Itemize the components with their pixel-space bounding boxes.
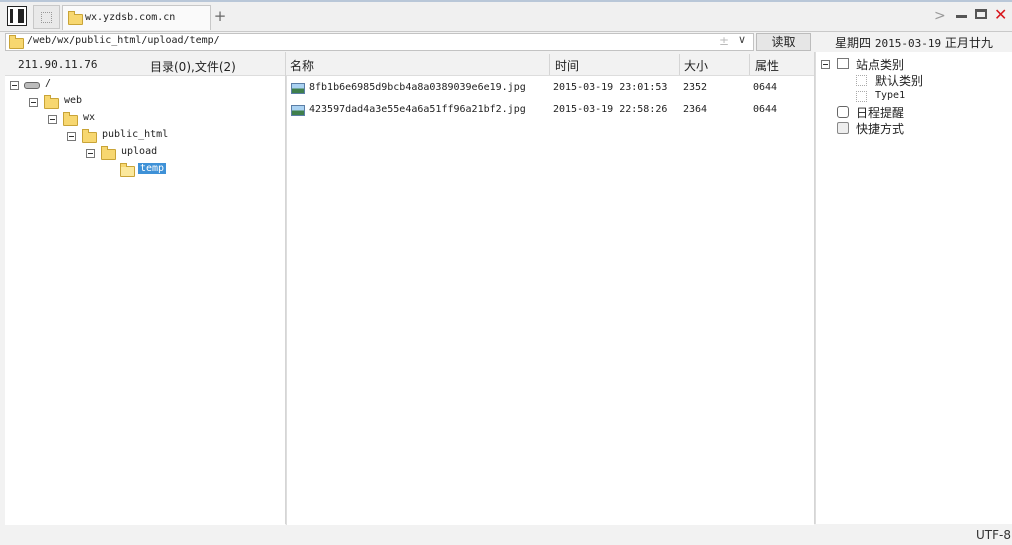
column-attr[interactable]: 属性 — [755, 57, 779, 74]
collapse-icon[interactable] — [67, 132, 76, 141]
table-row[interactable]: 423597dad4a3e55e4a6a51ff96a21bf2.jpg 201… — [287, 101, 814, 121]
shortcuts[interactable]: 快捷方式 — [856, 120, 904, 137]
file-list[interactable]: 8fb1b6e6985d9bcb4a8a0389039e6e19.jpg 201… — [286, 75, 814, 525]
lunar-date: 正月廿九 — [944, 36, 993, 50]
add-tab-button[interactable]: + — [213, 8, 227, 24]
hand-icon — [837, 122, 849, 134]
collapse-icon[interactable] — [10, 81, 19, 90]
category-icon — [837, 58, 849, 69]
tree-item-public-html[interactable]: public_html — [102, 129, 168, 140]
image-file-icon — [291, 83, 305, 94]
folder-icon — [82, 129, 97, 143]
category-item-icon — [856, 75, 867, 86]
tree-item-wx[interactable]: wx — [83, 112, 95, 123]
collapse-icon[interactable] — [29, 98, 38, 107]
file-attr: 0644 — [753, 82, 778, 93]
item-count: 目录(0),文件(2) — [150, 60, 236, 74]
category-item-icon — [856, 91, 867, 102]
table-row[interactable]: 8fb1b6e6985d9bcb4a8a0389039e6e19.jpg 201… — [287, 79, 814, 99]
folder-icon — [9, 35, 24, 49]
column-divider[interactable] — [549, 54, 550, 76]
date: 2015-03-19 — [874, 37, 942, 50]
site-sidebar[interactable]: 站点类别 默认类别 Type1 日程提醒 快捷方式 — [815, 52, 1012, 524]
column-divider[interactable] — [749, 54, 750, 76]
tree-item-temp[interactable]: temp — [138, 163, 167, 174]
clock-icon — [837, 106, 849, 118]
file-name: 423597dad4a3e55e4a6a51ff96a21bf2.jpg — [309, 104, 526, 115]
folder-open-icon — [120, 163, 135, 177]
tab-label: wx.yzdsb.com.cn — [85, 12, 176, 23]
folder-icon — [63, 112, 78, 126]
type1-category[interactable]: Type1 — [875, 90, 905, 101]
pane-divider[interactable] — [814, 52, 815, 524]
collapse-icon[interactable] — [86, 149, 95, 158]
drive-icon — [24, 82, 40, 89]
blank-tab[interactable] — [33, 5, 60, 29]
tab-site[interactable]: wx.yzdsb.com.cn — [62, 5, 211, 30]
maximize-button[interactable] — [975, 9, 987, 19]
tree-item-root[interactable]: / — [45, 78, 51, 89]
file-name: 8fb1b6e6985d9bcb4a8a0389039e6e19.jpg — [309, 82, 526, 93]
sidebar-toggle-icon[interactable] — [7, 6, 27, 26]
default-category[interactable]: 默认类别 — [875, 72, 923, 89]
file-size: 2364 — [683, 104, 708, 115]
date-display: 星期四 2015-03-19 正月廿九 — [835, 34, 993, 51]
site-category[interactable]: 站点类别 — [856, 56, 904, 73]
file-size: 2352 — [683, 82, 708, 93]
collapse-icon[interactable] — [821, 60, 830, 69]
tree-item-upload[interactable]: upload — [121, 146, 157, 157]
file-attr: 0644 — [753, 104, 778, 115]
file-time: 2015-03-19 23:01:53 — [553, 82, 668, 93]
folder-icon — [101, 146, 116, 160]
close-button[interactable]: ✕ — [994, 5, 1007, 24]
path-text: /web/wx/public_html/upload/temp/ — [27, 35, 220, 46]
pane-divider[interactable] — [285, 52, 286, 524]
collapse-icon[interactable] — [48, 115, 57, 124]
minimize-button[interactable] — [956, 15, 967, 18]
folder-icon — [68, 11, 83, 25]
file-time: 2015-03-19 22:58:26 — [553, 104, 668, 115]
directory-tree[interactable]: / web wx public_html upload temp — [5, 75, 285, 525]
read-button[interactable]: 读取 — [756, 33, 811, 51]
column-divider[interactable] — [679, 54, 680, 76]
weekday: 星期四 — [835, 36, 872, 50]
column-time[interactable]: 时间 — [555, 57, 579, 74]
blank-page-icon — [41, 12, 52, 23]
server-address: 211.90.11.76 — [18, 58, 98, 71]
favorite-icon[interactable]: ± — [719, 34, 729, 48]
encoding-status: UTF-8 — [976, 528, 1011, 542]
tree-item-web[interactable]: web — [64, 95, 82, 106]
column-name[interactable]: 名称 — [290, 57, 314, 74]
path-input[interactable]: /web/wx/public_html/upload/temp/ — [5, 33, 754, 51]
schedule-reminder[interactable]: 日程提醒 — [856, 104, 904, 121]
column-size[interactable]: 大小 — [684, 57, 708, 74]
chevron-down-icon[interactable]: ∨ — [738, 33, 746, 46]
image-file-icon — [291, 105, 305, 116]
chevron-right-icon[interactable]: > — [934, 8, 946, 24]
folder-icon — [44, 95, 59, 109]
